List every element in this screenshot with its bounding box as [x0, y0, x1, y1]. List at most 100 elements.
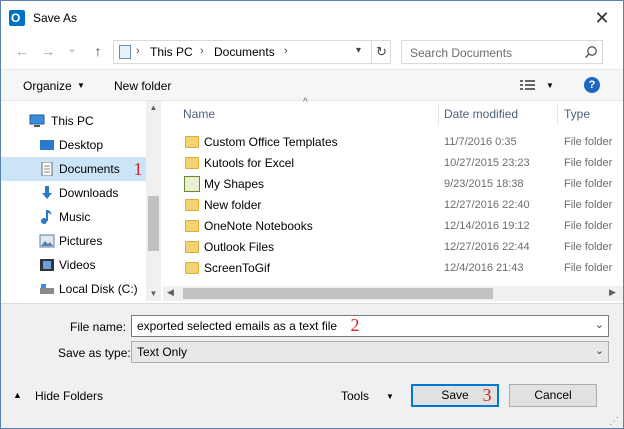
- file-date: 12/14/2016 19:12: [444, 220, 530, 232]
- folder-icon: [185, 199, 199, 211]
- sidebar-item-music[interactable]: Music: [1, 205, 146, 229]
- annotation-marker-3: 3: [482, 385, 492, 405]
- file-list-scrollbar[interactable]: ◀ ▶: [163, 286, 623, 301]
- save-options-panel: File name: exported selected emails as a…: [1, 303, 623, 428]
- scrollbar-thumb[interactable]: [148, 196, 159, 251]
- sidebar-item-documents[interactable]: Documents: [1, 157, 146, 181]
- sidebar-item-this-pc[interactable]: This PC: [1, 109, 146, 133]
- chevron-down-icon[interactable]: ▼: [546, 81, 554, 90]
- organize-button[interactable]: Organize: [23, 79, 72, 93]
- file-row[interactable]: New folder 12/27/2016 22:40 File folder: [163, 195, 623, 216]
- annotation-marker-1: 1: [133, 159, 143, 179]
- scroll-left-icon[interactable]: ◀: [167, 287, 174, 298]
- search-box[interactable]: Search Documents: [401, 40, 603, 64]
- close-button[interactable]: ✕: [587, 5, 617, 31]
- chevron-down-icon[interactable]: ▼: [386, 392, 394, 401]
- resize-grip-icon[interactable]: ⋰: [609, 416, 619, 427]
- file-name: OneNote Notebooks: [204, 219, 313, 233]
- file-type: File folder: [564, 199, 613, 211]
- column-header-date[interactable]: Date modified: [444, 107, 518, 121]
- file-row[interactable]: OneNote Notebooks 12/14/2016 19:12 File …: [163, 216, 623, 237]
- help-button[interactable]: ?: [584, 77, 600, 93]
- file-type: File folder: [564, 220, 613, 232]
- breadcrumb-this-pc[interactable]: This PC: [150, 45, 193, 59]
- file-row[interactable]: Outlook Files 12/27/2016 22:44 File fold…: [163, 237, 623, 258]
- documents-icon: [41, 162, 53, 176]
- tools-button[interactable]: Tools: [341, 389, 369, 403]
- sidebar-item-videos[interactable]: Videos: [1, 253, 146, 277]
- location-icon: [119, 45, 131, 59]
- file-name-input[interactable]: exported selected emails as a text file: [137, 319, 337, 333]
- navigation-pane: This PC Desktop Documents Downloads Musi…: [1, 101, 161, 301]
- file-row[interactable]: My Shapes 9/23/2015 18:38 File folder: [163, 174, 623, 195]
- folder-icon: [185, 262, 199, 274]
- chevron-down-icon[interactable]: ▾: [356, 45, 361, 56]
- shapes-folder-icon: [184, 176, 200, 192]
- scroll-up-icon[interactable]: ▲: [148, 103, 159, 112]
- file-date: 10/27/2015 23:23: [444, 157, 530, 169]
- disk-icon: [40, 284, 54, 294]
- sidebar-item-desktop[interactable]: Desktop: [1, 133, 146, 157]
- chevron-down-icon[interactable]: ⌄: [595, 318, 604, 331]
- scroll-down-icon[interactable]: ▼: [148, 289, 159, 298]
- column-divider[interactable]: [557, 103, 558, 125]
- chevron-down-icon: ▼: [77, 81, 85, 90]
- file-type: File folder: [564, 157, 613, 169]
- sidebar-item-label: This PC: [51, 114, 94, 128]
- folder-icon: [185, 136, 199, 148]
- videos-icon: [40, 259, 54, 271]
- back-button[interactable]: ←: [13, 41, 31, 61]
- file-date: 12/4/2016 21:43: [444, 262, 524, 274]
- file-name: Outlook Files: [204, 240, 275, 254]
- cancel-button[interactable]: Cancel: [509, 384, 597, 407]
- file-type: File folder: [564, 136, 613, 148]
- outlook-icon: [9, 10, 25, 26]
- sidebar-item-local-disk[interactable]: Local Disk (C:): [1, 277, 146, 301]
- file-list: Name ^ Date modified Type Custom Office …: [163, 97, 623, 301]
- window-title: Save As: [33, 11, 78, 25]
- scrollbar-thumb[interactable]: [183, 288, 493, 299]
- breadcrumb-documents[interactable]: Documents: [214, 45, 275, 59]
- file-date: 12/27/2016 22:40: [444, 199, 530, 211]
- file-name-label: File name:: [70, 320, 127, 334]
- view-options-icon[interactable]: [519, 78, 537, 92]
- crumb-separator[interactable]: ›: [136, 45, 140, 57]
- file-row[interactable]: Kutools for Excel 10/27/2015 23:23 File …: [163, 153, 623, 174]
- sidebar-item-label: Documents: [59, 162, 120, 176]
- column-divider[interactable]: [438, 103, 439, 125]
- file-name: My Shapes: [204, 177, 265, 191]
- new-folder-button[interactable]: New folder: [114, 79, 171, 93]
- sidebar-item-downloads[interactable]: Downloads: [1, 181, 146, 205]
- file-name-field[interactable]: exported selected emails as a text file …: [131, 315, 609, 337]
- forward-button[interactable]: →: [39, 41, 57, 61]
- sidebar-item-pictures[interactable]: Pictures: [1, 229, 146, 253]
- file-row[interactable]: ScreenToGif 12/4/2016 21:43 File folder: [163, 258, 623, 279]
- up-button[interactable]: ↑: [89, 41, 107, 61]
- sidebar-scrollbar[interactable]: ▲ ▼: [146, 101, 161, 301]
- file-type: File folder: [564, 262, 613, 274]
- column-header-name[interactable]: Name: [183, 107, 215, 121]
- save-type-select[interactable]: Text Only ⌄: [131, 341, 609, 363]
- folder-icon: [185, 157, 199, 169]
- sidebar-item-label: Desktop: [59, 138, 104, 152]
- address-bar[interactable]: › This PC › Documents › ▾ ↻: [113, 40, 391, 64]
- pictures-icon: [39, 234, 55, 248]
- refresh-button[interactable]: ↻: [371, 41, 391, 63]
- column-header-type[interactable]: Type: [564, 107, 590, 121]
- chevron-up-icon: ▲: [13, 390, 22, 400]
- scroll-right-icon[interactable]: ▶: [609, 287, 616, 298]
- file-row[interactable]: Custom Office Templates 11/7/2016 0:35 F…: [163, 132, 623, 153]
- crumb-separator[interactable]: ›: [200, 45, 204, 57]
- file-name: ScreenToGif: [204, 261, 271, 275]
- desktop-icon: [40, 140, 54, 150]
- chevron-down-icon[interactable]: ⌄: [595, 344, 604, 357]
- sidebar-item-label: Videos: [59, 258, 96, 272]
- command-bar: Organize ▼ New folder ▼ ?: [1, 69, 623, 101]
- search-input[interactable]: Search Documents: [410, 46, 512, 60]
- sidebar-item-label: Local Disk (C:): [59, 282, 138, 296]
- crumb-separator[interactable]: ›: [284, 45, 288, 57]
- file-type: File folder: [564, 178, 613, 190]
- recent-locations-button[interactable]: ⌄: [63, 39, 81, 59]
- hide-folders-label: Hide Folders: [35, 389, 104, 403]
- search-icon: [584, 46, 597, 59]
